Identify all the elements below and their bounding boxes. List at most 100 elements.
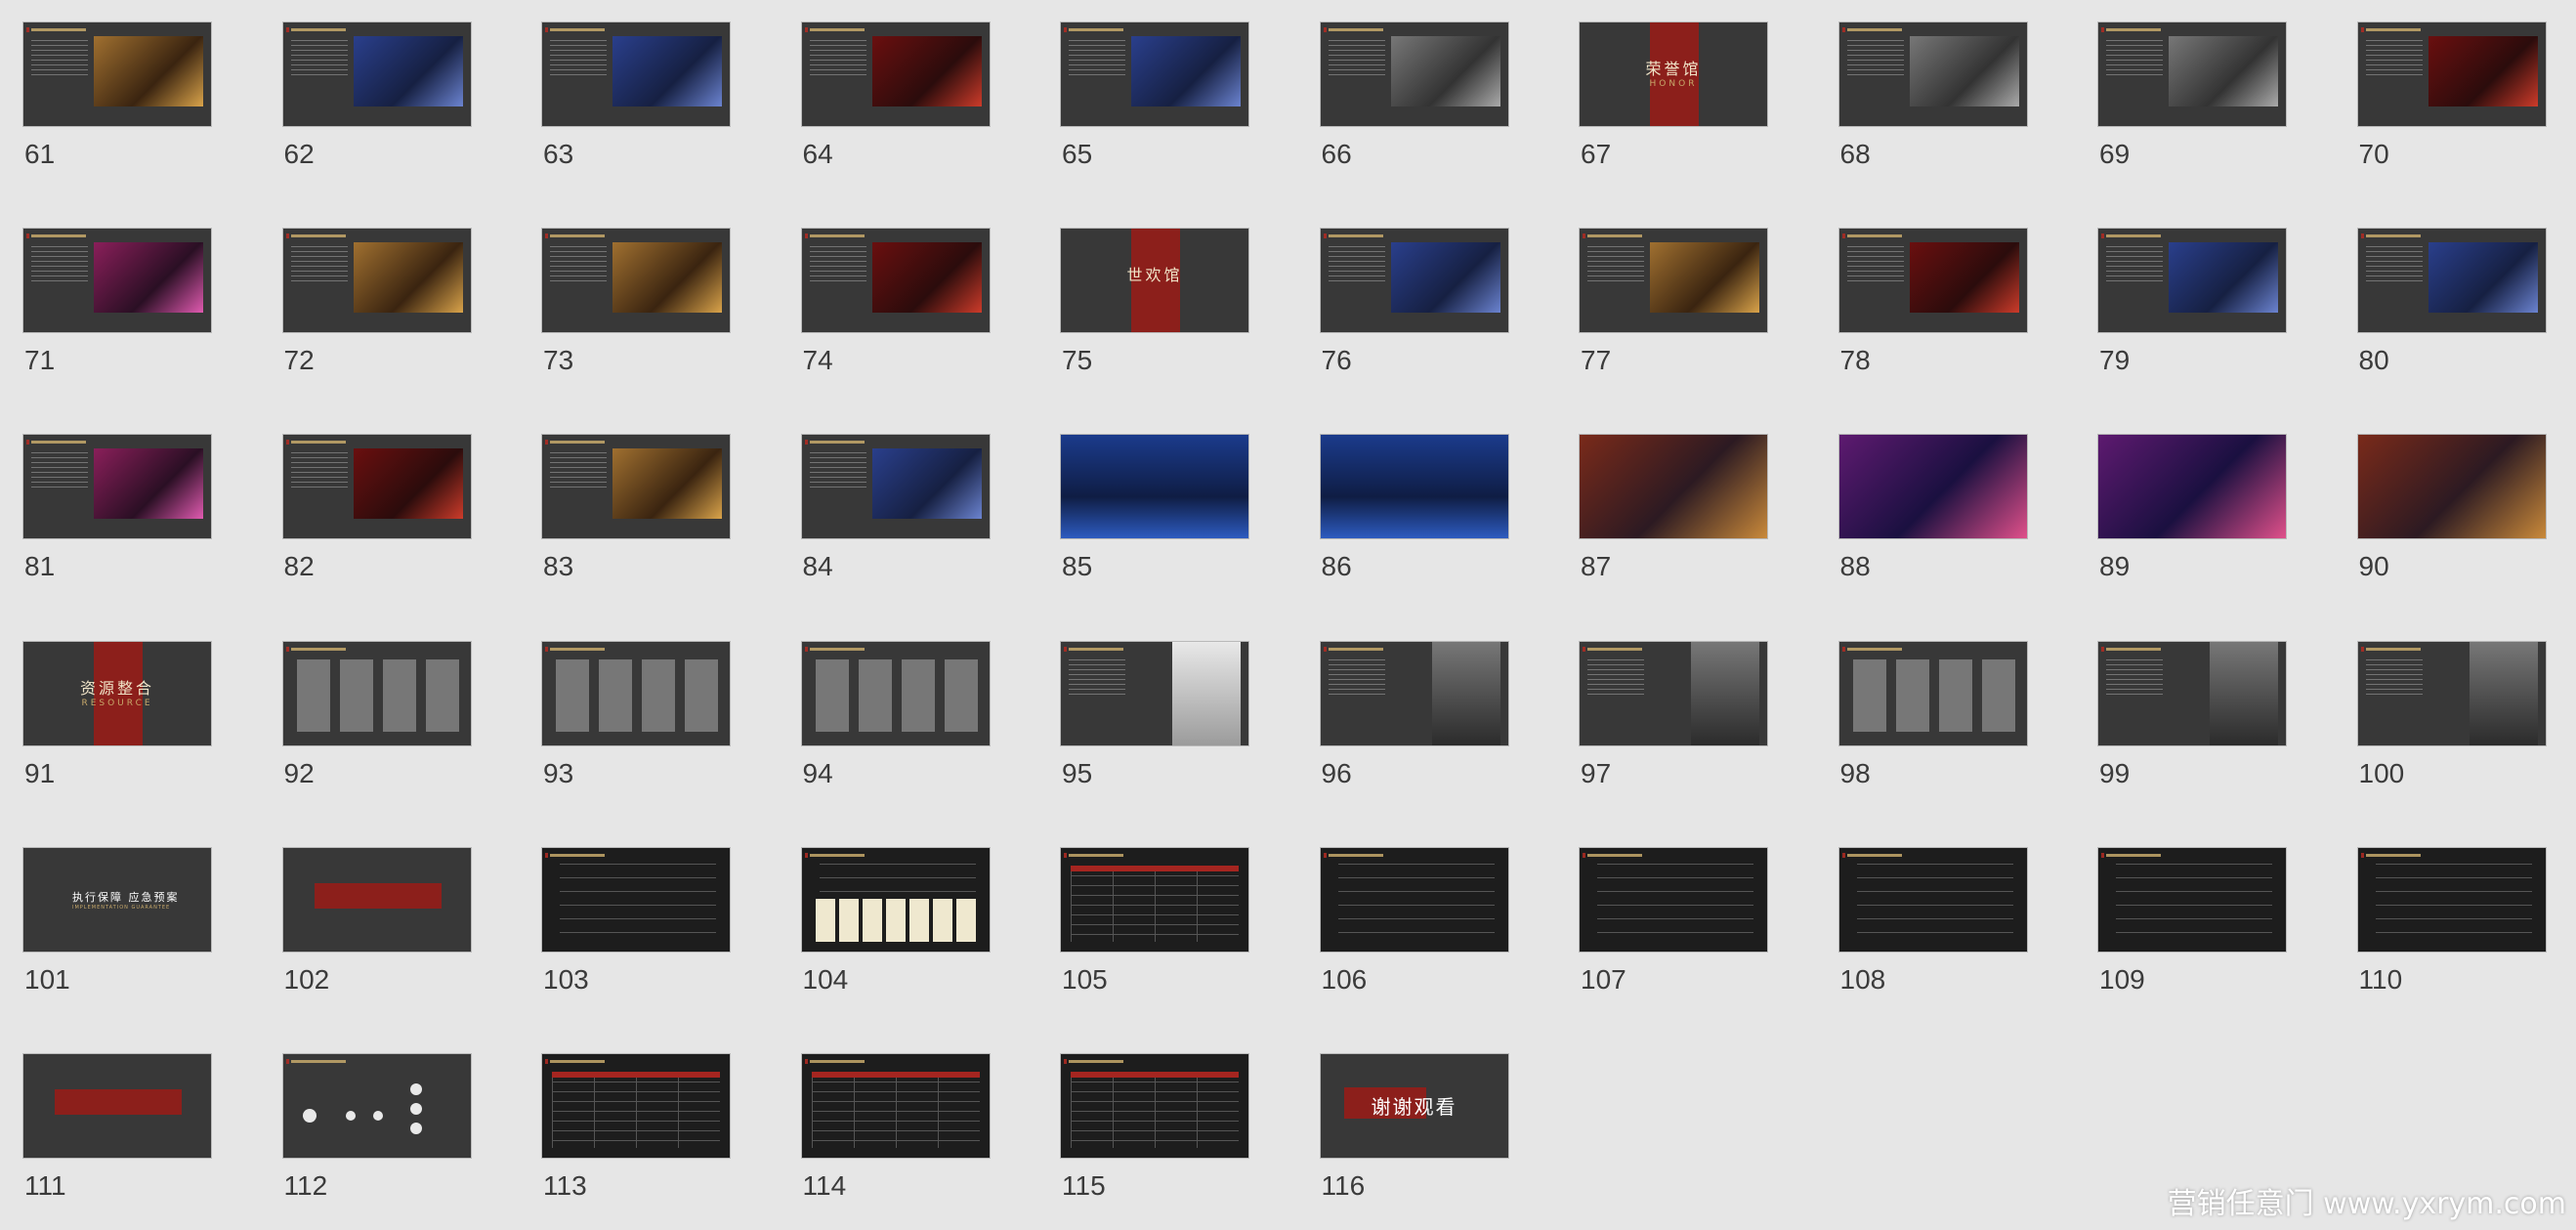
slide-thumbnail[interactable]	[541, 846, 731, 953]
slide-thumbnail[interactable]	[22, 21, 212, 127]
slide-number: 83	[543, 551, 574, 582]
slide-text-block	[1328, 40, 1385, 79]
slide-text-block	[1069, 658, 1125, 699]
slide-thumbnail[interactable]	[2356, 434, 2547, 540]
slide-cell: 66	[1319, 21, 1511, 217]
slide-photo	[612, 242, 722, 314]
slide-number: 112	[283, 1170, 328, 1201]
slide-thumbnail[interactable]	[541, 640, 731, 746]
slide-thumbnail[interactable]	[1579, 434, 1768, 540]
slide-number: 92	[283, 757, 315, 788]
slide-title-bar	[2360, 852, 2421, 858]
slide-photo	[1061, 435, 1248, 539]
slide-thumbnail[interactable]: 世欢馆	[1060, 228, 1249, 334]
slide-thumbnail[interactable]	[1579, 228, 1768, 334]
slide-thumbnail[interactable]	[800, 640, 991, 746]
slide-thumbnail[interactable]	[1319, 21, 1509, 127]
diagram-node	[302, 1109, 317, 1123]
slide-title-bar	[1323, 646, 1383, 652]
slide-thumbnail[interactable]	[800, 1053, 991, 1159]
slide-title-bar	[545, 852, 605, 858]
slide-thumbnail[interactable]	[1060, 434, 1249, 540]
slide-thumbnail[interactable]	[2097, 846, 2287, 953]
slide-cell: 94	[800, 640, 992, 836]
slide-thumbnail[interactable]	[22, 434, 212, 540]
slide-thumbnail[interactable]	[800, 21, 991, 127]
slide-thumbnail[interactable]	[281, 640, 472, 746]
slide-thumbnail[interactable]: 荣誉馆 HONOR	[1579, 21, 1768, 127]
slide-number: 75	[1062, 345, 1093, 376]
slide-thumbnail[interactable]	[281, 434, 472, 540]
slide-thumbnail[interactable]	[2097, 21, 2287, 127]
slide-thumbnail[interactable]	[1837, 21, 2028, 127]
slide-cell: 105	[1060, 846, 1251, 1042]
slide-thumbnail[interactable]	[1319, 434, 1509, 540]
slide-thumbnail[interactable]	[281, 228, 472, 334]
slide-thumbnail[interactable]	[1060, 1053, 1249, 1159]
slide-thumbnail[interactable]	[541, 228, 731, 334]
slide-title-bar	[1064, 27, 1123, 32]
slide-people-photos	[1852, 658, 2015, 732]
slide-photo	[612, 36, 722, 106]
slide-thumbnail[interactable]	[800, 228, 991, 334]
slide-thumbnail[interactable]	[541, 1053, 731, 1159]
slide-thumbnail[interactable]	[800, 846, 991, 953]
slide-people-photos	[296, 658, 459, 732]
slide-cell: 78	[1837, 228, 2030, 423]
slide-text-block	[1587, 658, 1644, 699]
slide-number: 103	[543, 963, 589, 995]
slide-thumbnail[interactable]	[1837, 640, 2028, 746]
slide-cell: 资源整合 RESOURCE 91	[22, 640, 214, 836]
slide-thumbnail[interactable]	[22, 228, 212, 334]
slide-portrait	[1172, 641, 1241, 745]
slide-thumbnail[interactable]	[1579, 640, 1768, 746]
slide-document-cards	[815, 898, 978, 942]
slide-thumbnail[interactable]	[541, 21, 731, 127]
slide-number: 88	[1839, 551, 1871, 582]
slide-thumbnail[interactable]	[281, 21, 472, 127]
slide-thumbnail[interactable]	[1060, 640, 1249, 746]
slide-thumbnail[interactable]	[22, 1053, 212, 1159]
slide-title-bar	[26, 440, 86, 445]
slide-cell: 65	[1060, 21, 1251, 217]
slide-photo	[2357, 435, 2546, 539]
slide-sorter-grid: 61 62 63 64 65 66 荣誉馆 HONOR 67 68 69 70 71 72 73 74 世欢馆 7…	[0, 0, 2576, 1230]
slide-cell: 谢谢观看 116	[1319, 1053, 1511, 1230]
slide-photo	[1909, 242, 2019, 314]
slide-diagram	[302, 1080, 449, 1138]
slide-thumbnail[interactable]	[281, 846, 472, 953]
slide-thumbnail[interactable]	[1060, 846, 1249, 953]
slide-thumbnail[interactable]	[1319, 846, 1509, 953]
slide-table	[1071, 865, 1239, 942]
slide-thumbnail[interactable]	[1060, 21, 1249, 127]
slide-thumbnail[interactable]	[2356, 846, 2547, 953]
slide-number: 93	[543, 757, 574, 788]
slide-thumbnail[interactable]	[2097, 228, 2287, 334]
slide-thumbnail[interactable]	[1837, 434, 2028, 540]
slide-thumbnail[interactable]	[2356, 21, 2547, 127]
slide-thumbnail[interactable]	[281, 1053, 472, 1159]
slide-number: 69	[2099, 139, 2131, 169]
slide-thumbnail[interactable]: 执行保障 应急预案 IMPLEMENTATION GUARANTEE	[22, 846, 212, 953]
slide-text-lines	[819, 863, 976, 893]
slide-thumbnail[interactable]	[800, 434, 991, 540]
slide-cell: 99	[2097, 640, 2289, 836]
slide-thumbnail[interactable]	[1837, 228, 2028, 334]
slide-thumbnail[interactable]	[2356, 228, 2547, 334]
slide-thumbnail[interactable]	[2097, 640, 2287, 746]
slide-thumbnail[interactable]	[1319, 228, 1509, 334]
slide-thumbnail[interactable]	[541, 434, 731, 540]
slide-thumbnail[interactable]	[1837, 846, 2028, 953]
diagram-node	[409, 1103, 422, 1115]
slide-thumbnail[interactable]	[2356, 640, 2547, 746]
slide-thumbnail[interactable]: 资源整合 RESOURCE	[22, 640, 212, 746]
slide-text-block	[1328, 246, 1385, 286]
slide-thumbnail[interactable]	[1319, 640, 1509, 746]
slide-number: 94	[802, 757, 833, 788]
slide-thumbnail[interactable]	[2097, 434, 2287, 540]
slide-thumbnail[interactable]	[1579, 846, 1768, 953]
slide-number: 91	[24, 757, 56, 788]
slide-photo	[94, 242, 203, 314]
slide-thumbnail[interactable]: 谢谢观看	[1319, 1053, 1509, 1159]
slide-cell: 74	[800, 228, 992, 423]
